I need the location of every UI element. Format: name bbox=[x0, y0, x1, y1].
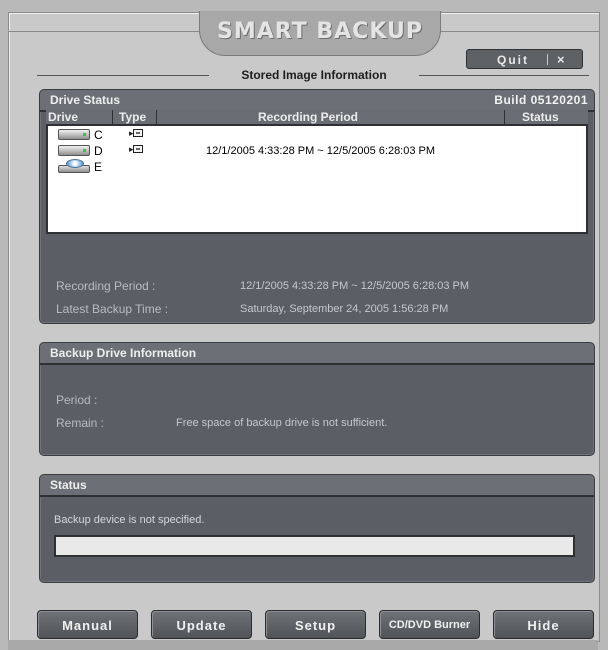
drive-row-d[interactable]: D ▸ 12/1/2005 4:33:28 PM ~ 12/5/2005 6:2… bbox=[48, 143, 586, 159]
manual-button[interactable]: Manual bbox=[37, 610, 138, 639]
cd-dvd-burner-button[interactable]: CD/DVD Burner bbox=[379, 610, 480, 639]
build-number: Build 05120201 bbox=[494, 93, 588, 107]
column-type[interactable]: Type bbox=[119, 110, 146, 124]
drive-row-e[interactable]: E bbox=[48, 159, 586, 175]
column-divider bbox=[504, 110, 505, 124]
title-tab: SMART BACKUP bbox=[199, 11, 441, 56]
drive-list[interactable]: C ▸ D ▸ 12/1/2005 4:33:28 PM ~ 12/5/2005… bbox=[46, 124, 588, 234]
quit-label: Quit bbox=[497, 53, 529, 67]
camera-icon: ▸ bbox=[129, 129, 143, 138]
drive-status-panel: Drive Status Build 05120201 Drive Type R… bbox=[39, 89, 595, 324]
drive-letter: D bbox=[94, 144, 103, 158]
section-divider-left bbox=[37, 75, 209, 76]
period-label: Period : bbox=[56, 393, 98, 407]
status-panel: Status Backup device is not specified. bbox=[39, 474, 595, 583]
recording-period-value: 12/1/2005 4:33:28 PM ~ 12/5/2005 6:28:03… bbox=[240, 280, 470, 292]
smart-backup-window: SMART BACKUP Quit × Stored Image Informa… bbox=[8, 11, 600, 642]
latest-backup-value: Saturday, September 24, 2005 1:56:28 PM bbox=[240, 303, 449, 315]
column-drive[interactable]: Drive bbox=[48, 110, 78, 124]
drive-row-c[interactable]: C ▸ bbox=[48, 127, 586, 143]
column-divider bbox=[112, 110, 113, 124]
column-status[interactable]: Status bbox=[522, 110, 559, 124]
backup-drive-header: Backup Drive Information bbox=[40, 343, 594, 365]
backup-drive-panel: Backup Drive Information Period : Remain… bbox=[39, 342, 595, 456]
status-header: Status bbox=[40, 475, 594, 497]
setup-button[interactable]: Setup bbox=[265, 610, 366, 639]
title-divider-right bbox=[439, 31, 599, 32]
drive-status-title: Drive Status bbox=[50, 93, 121, 107]
hide-button[interactable]: Hide bbox=[493, 610, 594, 639]
column-recording-period[interactable]: Recording Period bbox=[258, 110, 358, 124]
title-divider-left bbox=[9, 31, 199, 32]
remain-value: Free space of backup drive is not suffic… bbox=[176, 417, 388, 429]
drive-period: 12/1/2005 4:33:28 PM ~ 12/5/2005 6:28:03… bbox=[206, 145, 436, 157]
drive-status-header: Drive Status Build 05120201 bbox=[40, 90, 594, 112]
hard-drive-icon bbox=[58, 145, 90, 156]
drive-letter: C bbox=[94, 128, 103, 142]
column-divider bbox=[156, 110, 157, 124]
backup-progress-bar bbox=[54, 535, 575, 557]
backup-drive-title: Backup Drive Information bbox=[50, 346, 197, 360]
status-title: Status bbox=[50, 478, 87, 492]
camera-icon: ▸ bbox=[129, 145, 143, 154]
quit-separator bbox=[547, 54, 548, 65]
window-bottom-edge bbox=[8, 640, 598, 650]
app-title: SMART BACKUP bbox=[217, 19, 423, 44]
section-title: Stored Image Information bbox=[241, 68, 387, 82]
update-button[interactable]: Update bbox=[151, 610, 252, 639]
cd-drive-icon bbox=[58, 159, 90, 174]
latest-backup-label: Latest Backup Time : bbox=[56, 302, 169, 316]
drive-letter: E bbox=[94, 160, 103, 174]
remain-label: Remain : bbox=[56, 416, 105, 430]
section-divider-right bbox=[419, 75, 589, 76]
drive-list-header: Drive Type Recording Period Status bbox=[46, 110, 588, 124]
quit-button[interactable]: Quit × bbox=[466, 49, 583, 69]
recording-period-label: Recording Period : bbox=[56, 279, 156, 293]
close-icon[interactable]: × bbox=[557, 52, 567, 67]
status-message: Backup device is not specified. bbox=[54, 514, 205, 526]
hard-drive-icon bbox=[58, 129, 90, 140]
